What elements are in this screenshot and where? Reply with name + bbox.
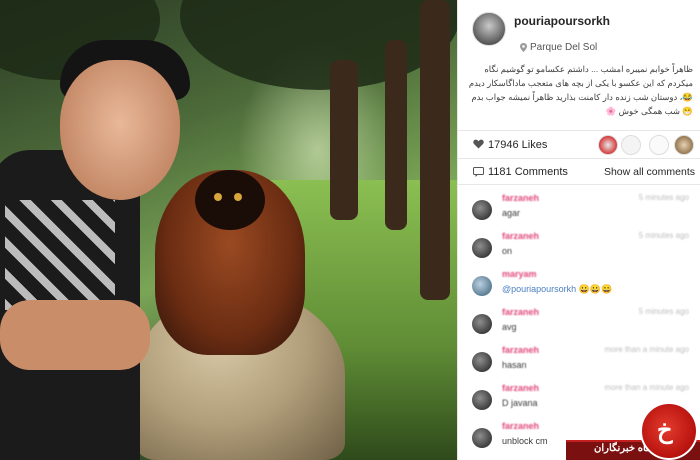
avatar[interactable] <box>472 314 492 334</box>
comments-row: 1181 Comments Show all comments <box>458 162 700 182</box>
shirt-pattern <box>5 200 115 310</box>
avatar[interactable] <box>621 135 641 155</box>
lemur-eye <box>234 193 242 201</box>
tree-trunk <box>385 40 407 230</box>
post-caption: ظاهراً خوابم نمیبره امشب ... داشتم عکسام… <box>468 64 693 116</box>
heart-icon[interactable] <box>473 139 484 149</box>
avatar[interactable] <box>472 352 492 372</box>
avatar[interactable] <box>472 428 492 448</box>
comment-text: avg <box>502 322 517 332</box>
comment-text: D javana <box>502 398 538 408</box>
avatar[interactable] <box>472 390 492 410</box>
person-arm <box>0 300 150 370</box>
divider <box>458 130 700 131</box>
likes-row: 17946 Likes <box>458 132 700 158</box>
comment-text: agar <box>502 208 521 218</box>
location-link[interactable]: Parque Del Sol <box>530 42 597 53</box>
comment-username[interactable]: maryam <box>502 269 537 279</box>
comment-text: hasan <box>502 360 527 370</box>
comments-count: 1181 Comments <box>488 166 568 178</box>
post-header: pouriapoursorkh Parque Del Sol <box>458 0 700 62</box>
comment-username[interactable]: farzaneh <box>502 307 539 317</box>
comment-time: 5 minutes ago <box>638 193 689 202</box>
person-face <box>60 60 180 200</box>
avatar[interactable] <box>472 200 492 220</box>
comment-time: 5 minutes ago <box>638 231 689 240</box>
comment-icon <box>473 167 484 177</box>
username[interactable]: pouriapoursorkh <box>514 14 610 28</box>
post-photo <box>0 0 457 460</box>
palm-leaves <box>180 0 457 90</box>
comment-username[interactable]: farzaneh <box>502 421 539 431</box>
comment-username[interactable]: farzaneh <box>502 231 539 241</box>
avatar[interactable] <box>598 135 618 155</box>
comment-text: on <box>502 246 513 256</box>
divider <box>458 158 700 159</box>
divider <box>458 184 700 185</box>
show-all-comments-link[interactable]: Show all comments <box>604 166 695 178</box>
post-details-panel: pouriapoursorkh Parque Del Sol ظاهراً خو… <box>457 0 700 460</box>
pin-icon <box>520 43 527 52</box>
comment-time: 5 minutes ago <box>638 307 689 316</box>
avatar[interactable] <box>649 135 669 155</box>
tree-trunk <box>330 60 358 220</box>
comment-username[interactable]: farzaneh <box>502 193 539 203</box>
list-item: maryam @pouriapoursorkh 😀😀😀 <box>458 268 700 304</box>
likes-count[interactable]: 17946 Likes <box>488 139 547 151</box>
list-item: farzaneh 5 minutes ago avg <box>458 306 700 342</box>
comment-username[interactable]: farzaneh <box>502 345 539 355</box>
comment-text: unblock cm <box>502 436 548 446</box>
comment-username[interactable]: farzaneh <box>502 383 539 393</box>
list-item: farzaneh 5 minutes ago agar <box>458 192 700 228</box>
avatar[interactable] <box>472 12 506 46</box>
avatar[interactable] <box>472 238 492 258</box>
comment-time: more than a minute ago <box>604 345 690 354</box>
lemur-head <box>195 170 265 230</box>
lemur-eye <box>214 193 222 201</box>
avatar[interactable] <box>674 135 694 155</box>
comment-time: more than a minute ago <box>604 383 690 392</box>
list-item: farzaneh more than a minute ago hasan <box>458 344 700 380</box>
tree-trunk <box>420 0 450 300</box>
comment-text: @pouriapoursorkh 😀😀😀 <box>502 284 613 294</box>
avatar[interactable] <box>472 276 492 296</box>
watermark-logo-mark: خ <box>657 415 673 444</box>
list-item: farzaneh 5 minutes ago on <box>458 230 700 266</box>
